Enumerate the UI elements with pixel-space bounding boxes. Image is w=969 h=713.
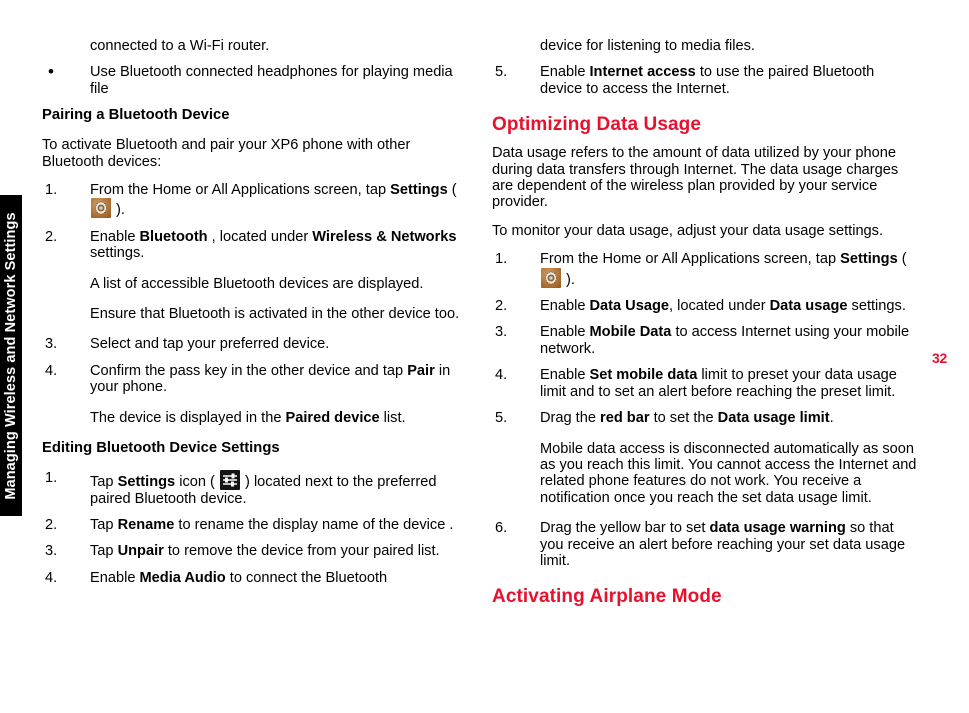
page-number: 32: [932, 350, 947, 366]
list-item: 1. From the Home or All Applications scre…: [42, 182, 470, 219]
list-item-marker: 5.: [495, 410, 508, 427]
heading-pairing-bluetooth-device: Pairing a Bluetooth Device: [42, 107, 230, 124]
list-item-text: Enable Data Usage, located under Data us…: [540, 298, 906, 315]
list-item-continuation: Mobile data access is disconnected autom…: [492, 441, 920, 507]
list-item-text: Ensure that Bluetooth is activated in th…: [90, 306, 460, 323]
pairing-steps-list: 1. From the Home or All Applications scre…: [42, 182, 470, 426]
settings-sliders-icon: [219, 470, 240, 491]
continued-paragraph-right: device for listening to media files.: [492, 38, 920, 54]
emphasis-text: Unpair: [117, 543, 164, 560]
list-item-text: Enable Mobile Data to access Internet us…: [540, 324, 910, 357]
data-usage-steps-list: 1. From the Home or All Applications scre…: [492, 251, 920, 569]
list-item-continuation: Ensure that Bluetooth is activated in th…: [42, 306, 470, 322]
left-column: connected to a Wi-Fi router. • Use Bluet…: [42, 38, 470, 596]
list-item: 5. Drag the red bar to set the Data usage…: [492, 410, 920, 426]
list-item-text: Enable Bluetooth , located under Wireles…: [90, 228, 457, 262]
list-item-text: Drag the red bar to set the Data usage l…: [540, 410, 834, 427]
editing-steps-list: 1. Tap Settings icon ( ) located next to …: [42, 470, 470, 586]
list-item-text: Select and tap your preferred device.: [90, 336, 330, 353]
list-item: 3. Select and tap your preferred device.: [42, 336, 470, 352]
bluetooth-step5-list: 5. Enable Internet access to use the pair…: [492, 64, 920, 97]
list-item: 2. Tap Rename to rename the display name …: [42, 517, 470, 533]
list-item: 1. From the Home or All Applications scre…: [492, 251, 920, 288]
list-item: 4. Enable Media Audio to connect the Blue…: [42, 570, 470, 586]
list-item-marker: 4.: [45, 569, 58, 586]
list-item-marker: 1.: [495, 251, 508, 268]
chapter-side-tab: Managing Wireless and Network Settings: [0, 195, 22, 516]
pairing-intro-paragraph: To activate Bluetooth and pair your XP6 …: [42, 137, 411, 170]
settings-gear-icon: [91, 198, 111, 219]
emphasis-text: Wireless & Networks: [312, 228, 457, 245]
list-item-text: The device is displayed in the Paired de…: [90, 409, 406, 426]
list-item: 4. Enable Set mobile data limit to preset…: [492, 367, 920, 400]
list-item: 3. Enable Mobile Data to access Internet …: [492, 324, 920, 357]
list-item-marker: 2.: [45, 228, 58, 245]
list-item-text: Drag the yellow bar to set data usage wa…: [540, 520, 906, 569]
list-item-bullet: • Use Bluetooth connected headphones for…: [42, 62, 470, 97]
list-item-marker: 4.: [495, 367, 508, 384]
right-column: device for listening to media files. 5. E…: [492, 38, 920, 617]
list-item-marker: 1.: [45, 182, 58, 199]
emphasis-text: Data Usage: [589, 298, 670, 315]
list-item-marker: 3.: [495, 324, 508, 341]
list-item-marker: 3.: [45, 543, 58, 560]
list-item-text: Enable Internet access to use the paired…: [540, 64, 875, 97]
settings-gear-icon: [541, 267, 561, 288]
list-item: 1. Tap Settings icon ( ) located next to …: [42, 470, 470, 507]
emphasis-text: Settings: [840, 251, 898, 268]
emphasis-text: Internet access: [589, 64, 696, 81]
chapter-side-tab-label: Managing Wireless and Network Settings: [3, 211, 19, 500]
list-item-text: Enable Media Audio to connect the Blueto…: [90, 569, 388, 586]
list-item-text: Mobile data access is disconnected autom…: [540, 440, 917, 506]
emphasis-text: data usage warning: [709, 520, 846, 537]
continued-paragraph: connected to a Wi-Fi router.: [42, 38, 470, 54]
list-item-text: Enable Set mobile data limit to preset y…: [540, 367, 897, 400]
list-item-marker: 2.: [495, 298, 508, 315]
emphasis-text: red bar: [600, 410, 650, 427]
emphasis-text: Pair: [407, 362, 435, 379]
data-usage-paragraph-1: Data usage refers to the amount of data …: [492, 145, 899, 211]
data-usage-paragraph-2: To monitor your data usage, adjust your …: [492, 222, 884, 239]
list-item: 6. Drag the yellow bar to set data usage …: [492, 520, 920, 569]
emphasis-text: Data usage: [769, 298, 848, 315]
emphasis-text: Mobile Data: [589, 324, 672, 341]
list-item-text: From the Home or All Applications screen…: [540, 251, 907, 288]
list-item-marker: 1.: [45, 470, 58, 487]
emphasis-text: Set mobile data: [589, 367, 698, 384]
list-item-continuation: The device is displayed in the Paired de…: [42, 410, 470, 426]
list-item-marker: 2.: [45, 516, 58, 533]
emphasis-text: Rename: [117, 516, 175, 533]
list-item: 2. Enable Data Usage, located under Data …: [492, 298, 920, 314]
list-item: 3. Tap Unpair to remove the device from y…: [42, 543, 470, 559]
emphasis-text: Bluetooth: [139, 228, 208, 245]
list-item-text: A list of accessible Bluetooth devices a…: [90, 275, 424, 292]
emphasis-text: Settings: [117, 474, 176, 491]
list-item-continuation: A list of accessible Bluetooth devices a…: [42, 276, 470, 292]
list-item-text: Confirm the pass key in the other device…: [90, 362, 451, 396]
list-item-marker: 4.: [45, 362, 58, 379]
list-item-marker: 3.: [45, 336, 58, 353]
list-item-text: Use Bluetooth connected headphones for p…: [90, 64, 453, 97]
list-item-text: Tap Settings icon ( ) located next to th…: [90, 470, 436, 507]
list-item: 5. Enable Internet access to use the pair…: [492, 64, 920, 97]
list-item: 4. Confirm the pass key in the other devi…: [42, 363, 470, 396]
emphasis-text: Paired device: [285, 409, 380, 426]
continued-paragraph-right-text: device for listening to media files.: [540, 38, 755, 54]
bullet-marker: •: [48, 62, 54, 82]
continued-paragraph-text: connected to a Wi-Fi router.: [90, 38, 270, 54]
heading-editing-bluetooth-device-settings: Editing Bluetooth Device Settings: [42, 440, 280, 457]
list-item: 2. Enable Bluetooth , located under Wirel…: [42, 229, 470, 262]
emphasis-text: Data usage limit: [717, 410, 830, 427]
list-item-text: From the Home or All Applications screen…: [90, 182, 457, 219]
list-item-text: Tap Rename to rename the display name of…: [90, 516, 454, 533]
emphasis-text: Media Audio: [139, 569, 226, 586]
emphasis-text: Settings: [390, 182, 448, 199]
list-item-marker: 6.: [495, 520, 508, 537]
list-item-marker: 5.: [495, 64, 508, 81]
heading-activating-airplane-mode: Activating Airplane Mode: [492, 586, 722, 608]
heading-optimizing-data-usage: Optimizing Data Usage: [492, 114, 702, 136]
list-item-text: Tap Unpair to remove the device from you…: [90, 543, 440, 560]
